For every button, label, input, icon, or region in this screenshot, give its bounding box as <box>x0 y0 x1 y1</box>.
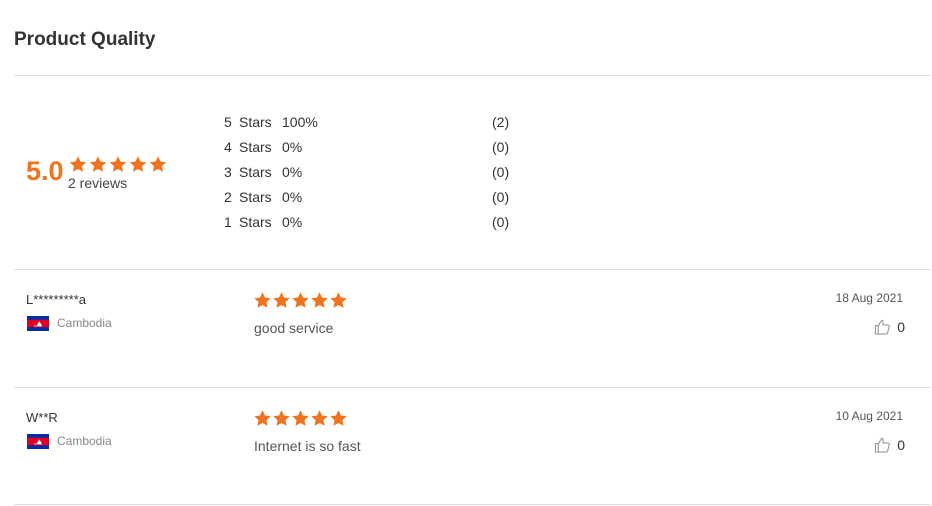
review-text: Internet is so fast <box>254 438 361 454</box>
summary-rating-stars <box>68 155 168 174</box>
star-count: (0) <box>492 139 510 155</box>
star-icon <box>108 155 128 174</box>
star-label: Stars <box>239 164 272 180</box>
reviewer-name: L*********a <box>26 292 86 307</box>
review-rating-stars <box>253 291 348 310</box>
star-icon <box>148 155 168 174</box>
review-item: L*********a Cambodia good service 18 Aug… <box>14 270 931 387</box>
review-count: 2 reviews <box>68 175 128 191</box>
like-count: 0 <box>897 437 905 453</box>
star-icon <box>310 409 329 428</box>
review-date: 18 Aug 2021 <box>835 291 903 305</box>
section-title: Product Quality <box>14 29 156 50</box>
star-level: 2 <box>224 189 232 205</box>
star-icon <box>291 409 310 428</box>
divider <box>14 75 931 76</box>
star-icon <box>128 155 148 174</box>
star-count: (0) <box>492 189 510 205</box>
star-icon <box>310 291 329 310</box>
rating-distribution-row-4: 4 Stars 0% (0) <box>224 137 524 157</box>
star-percent: 0% <box>282 189 303 205</box>
star-percent: 100% <box>282 114 318 130</box>
average-score: 5.0 <box>26 156 64 186</box>
star-level: 5 <box>224 114 232 130</box>
star-icon <box>272 291 291 310</box>
star-icon <box>291 291 310 310</box>
star-label: Stars <box>239 139 272 155</box>
star-icon <box>88 155 108 174</box>
star-icon <box>272 409 291 428</box>
reviewer-country: Cambodia <box>57 316 112 330</box>
star-icon <box>253 291 272 310</box>
reviewer-name: W**R <box>26 410 58 425</box>
star-percent: 0% <box>282 214 303 230</box>
star-label: Stars <box>239 114 272 130</box>
like-button[interactable]: 0 <box>874 436 905 454</box>
star-icon <box>329 409 348 428</box>
star-count: (2) <box>492 114 510 130</box>
star-label: Stars <box>239 189 272 205</box>
reviewer-country: Cambodia <box>57 434 112 448</box>
star-count: (0) <box>492 214 510 230</box>
star-percent: 0% <box>282 164 303 180</box>
star-count: (0) <box>492 164 510 180</box>
review-text: good service <box>254 320 334 336</box>
cambodia-flag-icon <box>27 434 49 449</box>
star-icon <box>68 155 88 174</box>
like-button[interactable]: 0 <box>874 318 905 336</box>
thumbs-up-icon[interactable] <box>874 436 891 454</box>
review-item: W**R Cambodia Internet is so fast 10 Aug… <box>14 388 931 505</box>
review-date: 10 Aug 2021 <box>835 409 903 423</box>
star-level: 1 <box>224 214 232 230</box>
star-percent: 0% <box>282 139 303 155</box>
star-label: Stars <box>239 214 272 230</box>
review-rating-stars <box>253 409 348 428</box>
star-level: 4 <box>224 139 232 155</box>
rating-distribution-row-2: 2 Stars 0% (0) <box>224 187 524 207</box>
cambodia-flag-icon <box>27 316 49 331</box>
like-count: 0 <box>897 319 905 335</box>
rating-distribution-row-3: 3 Stars 0% (0) <box>224 162 524 182</box>
rating-distribution-row-5: 5 Stars 100% (2) <box>224 112 524 132</box>
star-icon <box>253 409 272 428</box>
rating-distribution-row-1: 1 Stars 0% (0) <box>224 212 524 232</box>
thumbs-up-icon[interactable] <box>874 318 891 336</box>
divider <box>14 504 931 505</box>
star-level: 3 <box>224 164 232 180</box>
star-icon <box>329 291 348 310</box>
